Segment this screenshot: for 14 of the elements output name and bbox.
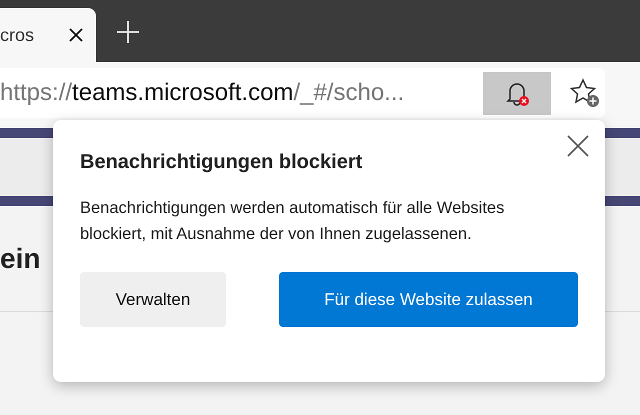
popup-message: Benachrichtigungen werden automatisch für alle Websites blockiert, mit Ausnahme der von Ihnen zugelassenen. xyxy=(80,198,506,245)
manage-button[interactable]: Verwalten xyxy=(80,272,226,327)
popup-title: Benachrichtigungen blockiert xyxy=(80,150,364,175)
allow-button[interactable]: Für diese Website zulassen xyxy=(279,272,578,327)
address-field[interactable]: https://teams.microsoft.com/_#/scho... xyxy=(0,68,605,118)
url-text: https://teams.microsoft.com/_#/scho... xyxy=(0,78,406,108)
close-icon[interactable] xyxy=(567,135,589,157)
tab-title: cros xyxy=(0,24,34,46)
notification-button[interactable] xyxy=(483,72,551,114)
close-icon[interactable] xyxy=(68,27,84,43)
star-add-icon[interactable] xyxy=(569,77,601,109)
page-heading: ein xyxy=(0,242,40,276)
plus-icon[interactable] xyxy=(116,20,140,44)
browser-tab[interactable]: cros xyxy=(0,8,96,62)
